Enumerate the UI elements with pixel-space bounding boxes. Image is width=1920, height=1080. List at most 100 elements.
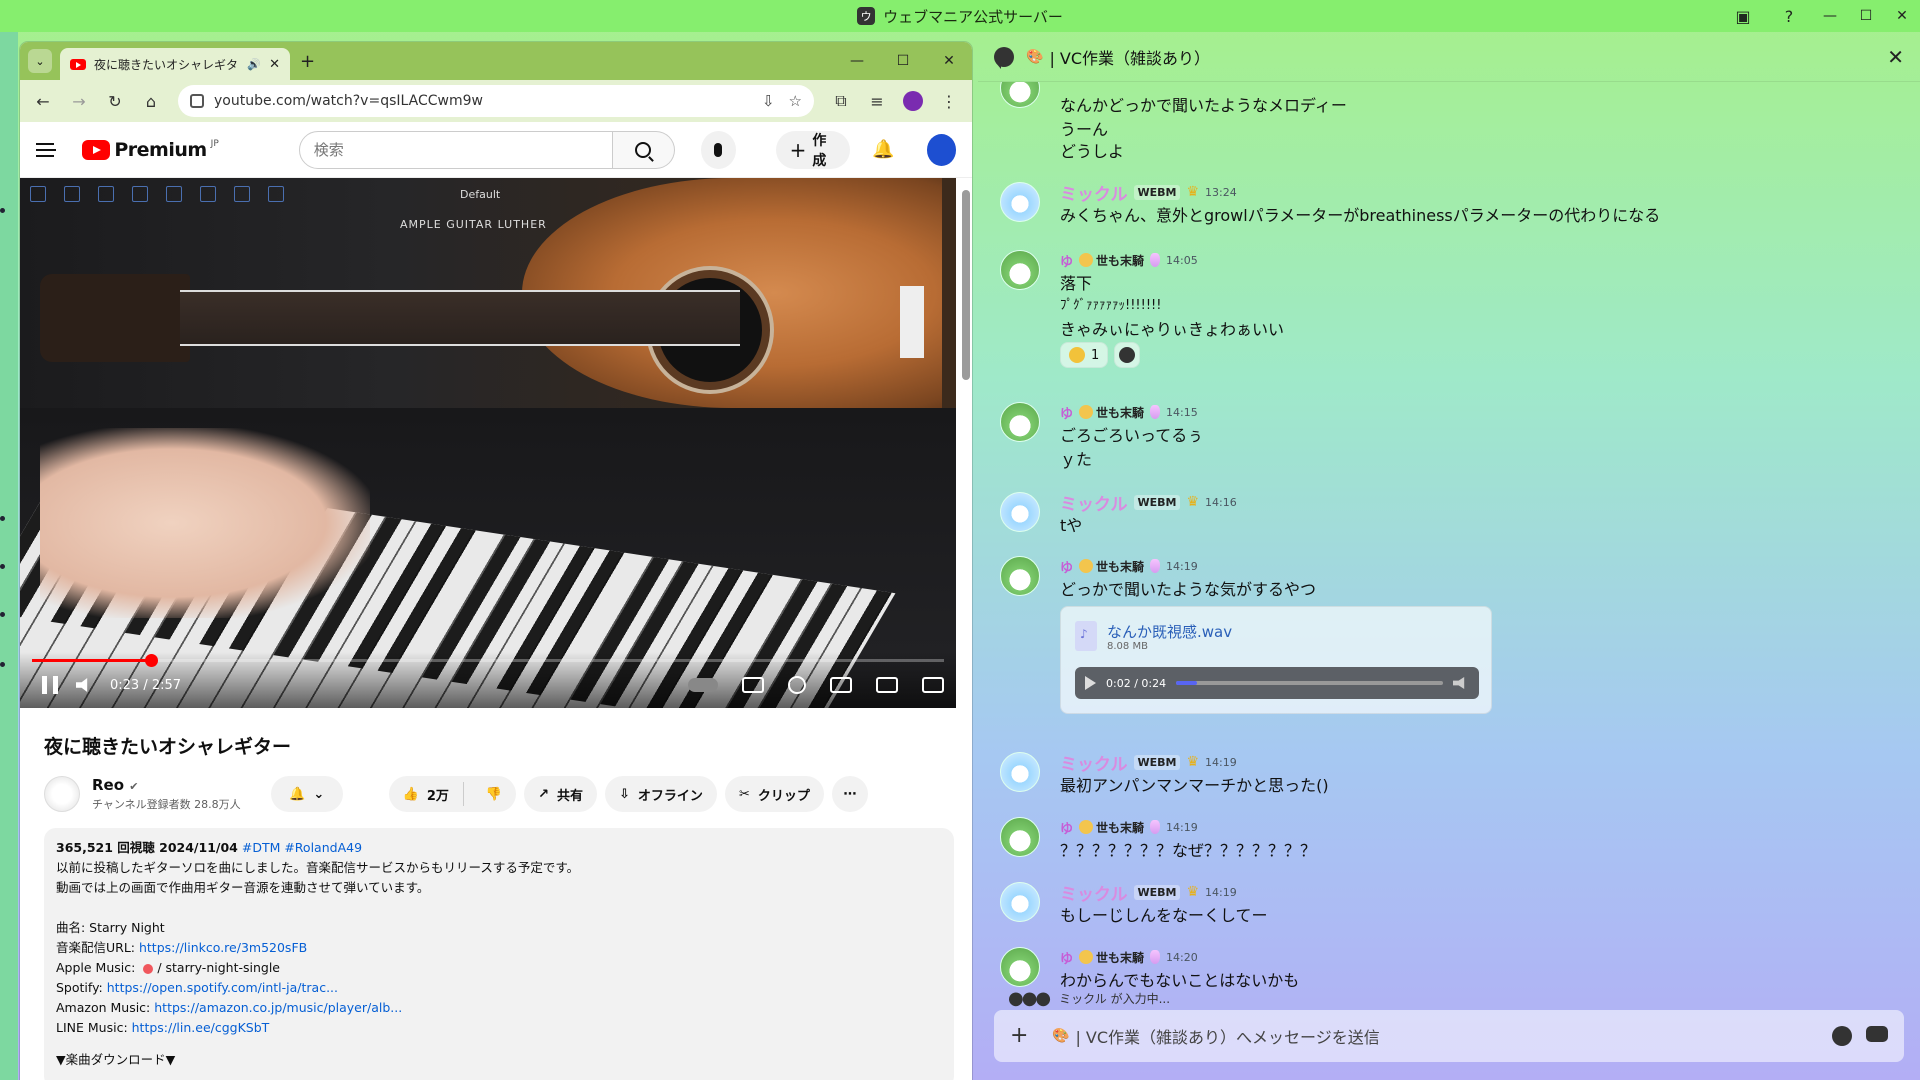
guide-menu-icon[interactable] xyxy=(36,142,57,157)
close-panel-icon[interactable]: ✕ xyxy=(1887,45,1904,69)
tab-search-button[interactable]: ⌄ xyxy=(28,49,52,73)
bookmark-star-icon[interactable]: ☆ xyxy=(789,92,802,110)
channel-avatar[interactable] xyxy=(44,776,80,812)
channel-name[interactable]: Reo ✔ xyxy=(92,776,241,794)
message-composer[interactable]: + 🎨 | VC作業（雑談あり）へメッセージを送信 xyxy=(994,1010,1904,1062)
author-name[interactable]: 世も末騎 xyxy=(1079,819,1144,836)
account-avatar[interactable] xyxy=(926,133,956,166)
more-actions-button[interactable]: ⋯ xyxy=(831,776,868,812)
attach-plus-icon[interactable]: + xyxy=(1010,1025,1032,1047)
rail-dot[interactable] xyxy=(0,564,5,569)
avatar[interactable] xyxy=(1000,752,1040,792)
search-button[interactable] xyxy=(612,130,675,169)
tab-audio-icon[interactable]: 🔊 xyxy=(247,58,261,71)
avatar[interactable] xyxy=(1000,882,1040,922)
browser-maximize-button[interactable]: ☐ xyxy=(880,42,926,80)
youtube-logo[interactable]: Premium JP xyxy=(82,139,219,161)
notifications-bell-icon[interactable]: 🔔 xyxy=(872,139,894,160)
page-scrollbar[interactable] xyxy=(962,186,970,1076)
fullscreen-icon[interactable] xyxy=(922,677,944,693)
avatar[interactable] xyxy=(1000,182,1040,222)
home-button[interactable]: ⌂ xyxy=(136,86,166,116)
attachment-filename[interactable]: なんか既視感.wav xyxy=(1107,621,1232,642)
search-input[interactable]: 検索 xyxy=(298,130,613,169)
avatar[interactable] xyxy=(1000,402,1040,442)
forward-button[interactable]: → xyxy=(64,86,94,116)
spotify-link[interactable]: https://open.spotify.com/intl-ja/trac... xyxy=(107,980,338,995)
new-tab-button[interactable]: + xyxy=(300,51,315,72)
video-scrubber-knob[interactable] xyxy=(144,654,158,667)
apple-music-value[interactable]: / starry-night-single xyxy=(157,960,280,975)
dislike-button[interactable]: 👎 xyxy=(472,787,516,802)
gamepad-icon[interactable] xyxy=(1866,1026,1888,1042)
reload-button[interactable]: ↻ xyxy=(100,86,130,116)
inbox-icon[interactable]: ▣ xyxy=(1730,3,1756,29)
avatar[interactable] xyxy=(1000,250,1040,290)
browser-close-button[interactable]: ✕ xyxy=(926,42,972,80)
avatar[interactable] xyxy=(1000,817,1040,857)
emoji-icon[interactable] xyxy=(1832,1026,1852,1046)
subtitles-icon[interactable] xyxy=(742,677,764,693)
voice-search-icon[interactable] xyxy=(700,130,736,169)
miniplayer-icon[interactable] xyxy=(830,677,852,693)
rail-dot[interactable] xyxy=(0,662,5,667)
back-button[interactable]: ← xyxy=(28,86,58,116)
avatar[interactable] xyxy=(1000,492,1040,532)
author-name[interactable]: ミックル xyxy=(1060,750,1128,775)
author-name[interactable]: 世も末騎 xyxy=(1079,404,1144,421)
maximize-button[interactable]: ☐ xyxy=(1848,0,1884,32)
like-button[interactable]: 👍 2万 xyxy=(389,782,464,806)
video-progress-bar[interactable] xyxy=(32,654,944,667)
video-player[interactable]: Default AMPLE GUITAR LUTHER 0:23 / 2:57 xyxy=(20,178,956,708)
author-name[interactable]: ミックル xyxy=(1060,880,1128,905)
play-icon[interactable] xyxy=(1085,676,1096,690)
tab-close-icon[interactable]: ✕ xyxy=(269,57,280,72)
install-app-icon[interactable]: ⇩ xyxy=(762,92,775,110)
profile-button[interactable] xyxy=(898,86,928,116)
site-info-icon[interactable] xyxy=(190,94,204,108)
url-text[interactable]: youtube.com/watch?v=qsILACCwm9w xyxy=(214,93,748,109)
clip-button[interactable]: ✂ クリップ xyxy=(724,776,824,812)
share-button[interactable]: ↗ 共有 xyxy=(524,776,598,812)
browser-minimize-button[interactable]: — xyxy=(834,42,880,80)
author-name[interactable]: ミックル xyxy=(1060,180,1128,205)
avatar[interactable] xyxy=(1000,82,1040,108)
amazon-music-link[interactable]: https://amazon.co.jp/music/player/alb... xyxy=(154,1000,402,1015)
media-control-icon[interactable]: ≡ xyxy=(862,86,892,116)
music-url-link[interactable]: https://linkco.re/3m520sFB xyxy=(139,940,307,955)
autoplay-toggle-icon[interactable] xyxy=(688,678,718,692)
video-description[interactable]: 365,521 回視聴 2024/11/04 #DTM #RolandA49 以… xyxy=(44,828,954,1080)
hashtags[interactable]: #DTM #RolandA49 xyxy=(242,840,362,855)
author-name[interactable]: 世も末騎 xyxy=(1079,252,1144,269)
address-bar[interactable]: youtube.com/watch?v=qsILACCwm9w ⇩ ☆ xyxy=(178,85,814,117)
author-name[interactable]: 世も末騎 xyxy=(1079,558,1144,575)
description-line: 以前に投稿したギターソロを曲にしました。音楽配信サービスからもリリースする予定で… xyxy=(56,860,580,875)
menu-icon[interactable]: ⋮ xyxy=(934,86,964,116)
scrollbar-thumb[interactable] xyxy=(962,190,970,380)
author-name[interactable]: 世も末騎 xyxy=(1079,949,1144,966)
subscription-bell-button[interactable]: 🔔 ⌄ xyxy=(270,776,343,812)
rail-dot[interactable] xyxy=(0,516,5,521)
download-button[interactable]: ⇩ オフライン xyxy=(605,776,717,812)
theater-mode-icon[interactable] xyxy=(876,677,898,693)
reaction-thinking[interactable]: 1 xyxy=(1060,342,1109,368)
avatar[interactable] xyxy=(1000,556,1040,596)
add-reaction-button[interactable] xyxy=(1114,342,1141,368)
rail-dot[interactable] xyxy=(0,208,5,213)
settings-gear-icon[interactable] xyxy=(788,676,806,694)
minimize-button[interactable]: — xyxy=(1812,0,1848,32)
composer-placeholder[interactable]: | VC作業（雑談あり）へメッセージを送信 xyxy=(1075,1024,1379,1048)
volume-icon[interactable] xyxy=(1453,677,1465,689)
pause-icon[interactable] xyxy=(42,676,58,694)
create-button[interactable]: + 作成 xyxy=(775,130,851,169)
audio-progress[interactable] xyxy=(1176,681,1443,685)
rail-dot[interactable] xyxy=(0,612,5,617)
close-button[interactable]: ✕ xyxy=(1884,0,1920,32)
tab-youtube[interactable]: 夜に聴きたいオシャレギター - Yo 🔊 ✕ xyxy=(60,48,290,80)
author-name[interactable]: ミックル xyxy=(1060,490,1128,515)
avatar[interactable] xyxy=(1000,947,1040,987)
extensions-icon[interactable]: ⧉ xyxy=(826,86,856,116)
help-icon[interactable]: ? xyxy=(1776,3,1802,29)
volume-icon[interactable] xyxy=(76,678,88,692)
line-music-link[interactable]: https://lin.ee/cggKSbT xyxy=(132,1020,270,1035)
